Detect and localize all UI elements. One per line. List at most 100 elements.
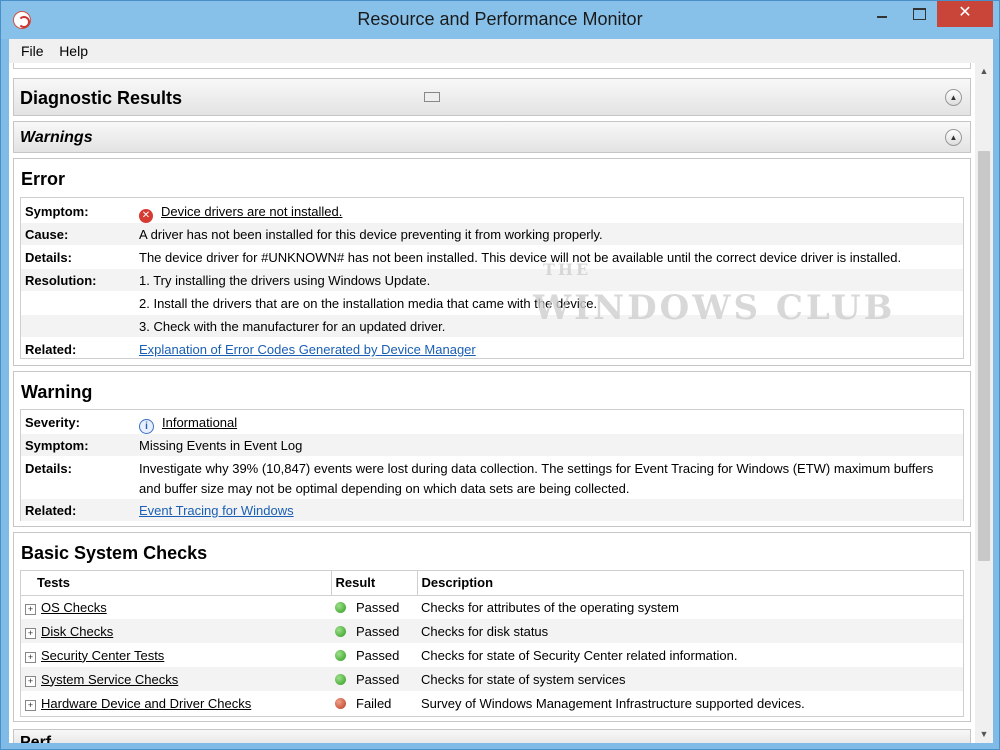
test-result: Passed [356, 647, 400, 663]
test-description: Checks for state of Security Center rela… [421, 647, 738, 663]
warnings-header[interactable]: Warnings ▲ [13, 121, 971, 153]
warning-panel: Warning Severity: i Informational Symptom… [13, 371, 971, 527]
scroll-up-arrow-icon[interactable]: ▲ [975, 63, 993, 80]
diagnostic-results-title: Diagnostic Results [20, 88, 183, 108]
test-name[interactable]: Disk Checks [41, 624, 113, 639]
next-section-header[interactable]: Perf [13, 729, 971, 743]
expand-icon[interactable]: + [25, 675, 36, 687]
keyboard-icon [424, 92, 440, 102]
basic-checks-panel: Basic System Checks Tests Result Descrip… [13, 532, 971, 722]
test-description: Survey of Windows Management Infrastruct… [421, 695, 805, 711]
symptom-label: Symptom: [25, 438, 89, 453]
test-name[interactable]: Security Center Tests [41, 648, 164, 663]
minimize-button[interactable] [863, 1, 901, 27]
scroll-thumb[interactable] [978, 151, 990, 561]
passed-status-icon [335, 601, 346, 613]
warning-title: Warning [21, 382, 93, 402]
collapse-warnings-icon[interactable]: ▲ [945, 129, 962, 146]
passed-status-icon [335, 625, 346, 637]
test-result: Passed [356, 623, 400, 639]
warning-severity-row: Severity: i Informational [21, 411, 963, 434]
menu-help[interactable]: Help [53, 39, 94, 63]
menu-file[interactable]: File [15, 39, 50, 63]
vertical-scrollbar[interactable]: ▲ ▼ [975, 63, 993, 743]
error-symptom-row: Symptom: ✕ Device drivers are not install… [21, 200, 963, 223]
test-name[interactable]: System Service Checks [41, 672, 178, 687]
app-window: Resource and Performance Monitor ✕ File … [0, 0, 1000, 750]
error-panel: Error Symptom: ✕ Device drivers are not i… [13, 158, 971, 366]
details-value: Investigate why 39% (10,847) events were… [139, 461, 934, 496]
checks-table-box: Tests Result Description + OS Checks Pass… [20, 570, 964, 717]
details-label: Details: [25, 461, 72, 476]
resolution-step-3: 3. Check with the manufacturer for an up… [139, 319, 446, 334]
collapse-diagnostic-icon[interactable]: ▲ [945, 89, 962, 106]
etw-link[interactable]: Event Tracing for Windows [139, 503, 294, 518]
info-icon: i [139, 419, 154, 434]
report-view: Diagnostic Results ▲ Warnings ▲ Error Sy… [9, 63, 993, 743]
warning-related-row: Related: Event Tracing for Windows [21, 499, 963, 521]
error-details-box: Symptom: ✕ Device drivers are not install… [20, 197, 964, 359]
severity-label: Severity: [25, 415, 80, 430]
error-resolution-row-2: 2. Install the drivers that are on the i… [21, 292, 963, 314]
maximize-button[interactable] [901, 1, 937, 27]
table-row: + OS Checks Passed Checks for attributes … [21, 595, 963, 619]
column-description[interactable]: Description [417, 571, 963, 596]
warning-symptom-row: Symptom: Missing Events in Event Log [21, 434, 963, 456]
basic-checks-title: Basic System Checks [21, 543, 208, 563]
error-details-row: Details: The device driver for #UNKNOWN#… [21, 246, 963, 268]
checks-table: Tests Result Description + OS Checks Pass… [21, 571, 963, 715]
column-tests[interactable]: Tests [21, 571, 332, 596]
details-label: Details: [25, 250, 72, 265]
scroll-down-arrow-icon[interactable]: ▼ [975, 726, 993, 743]
test-result: Failed [356, 695, 392, 711]
test-description: Checks for state of system services [421, 671, 626, 687]
test-description: Checks for attributes of the operating s… [421, 599, 679, 615]
symptom-label: Symptom: [25, 204, 89, 219]
diagnostic-results-header[interactable]: Diagnostic Results ▲ [13, 78, 971, 116]
previous-panel-edge [13, 63, 971, 69]
table-header-row: Tests Result Description [21, 571, 963, 596]
details-value: The device driver for #UNKNOWN# has not … [139, 250, 902, 265]
resolution-label: Resolution: [25, 273, 97, 288]
close-button[interactable]: ✕ [937, 1, 993, 27]
expand-icon[interactable]: + [25, 603, 36, 615]
passed-status-icon [335, 649, 346, 661]
title-bar[interactable]: Resource and Performance Monitor ✕ [1, 1, 999, 39]
table-row: + Disk Checks Passed Checks for disk stat… [21, 619, 963, 643]
next-section-title: Perf [20, 734, 52, 743]
column-result[interactable]: Result [331, 571, 418, 596]
expand-icon[interactable]: + [25, 699, 36, 711]
expand-icon[interactable]: + [25, 627, 36, 639]
symptom-value: ✕ Device drivers are not installed. [139, 204, 342, 223]
test-result: Passed [356, 671, 400, 687]
severity-value: i Informational [139, 415, 237, 434]
test-description: Checks for disk status [421, 623, 549, 639]
cause-value: A driver has not been installed for this… [139, 227, 603, 242]
table-row: + System Service Checks Passed Checks for… [21, 667, 963, 691]
error-cause-row: Cause: A driver has not been installed f… [21, 223, 963, 245]
related-label: Related: [25, 503, 77, 518]
symptom-value: Missing Events in Event Log [139, 438, 303, 453]
error-codes-link[interactable]: Explanation of Error Codes Generated by … [139, 342, 476, 357]
table-row: + Hardware Device and Driver Checks Faile… [21, 691, 963, 715]
test-name[interactable]: Hardware Device and Driver Checks [41, 696, 251, 711]
error-resolution-row-3: 3. Check with the manufacturer for an up… [21, 315, 963, 337]
passed-status-icon [335, 673, 346, 685]
error-resolution-row: Resolution: 1. Try installing the driver… [21, 269, 963, 291]
cause-label: Cause: [25, 227, 69, 242]
error-icon: ✕ [139, 209, 153, 223]
resolution-step-2: 2. Install the drivers that are on the i… [139, 296, 598, 311]
menu-bar: File Help [9, 39, 993, 63]
resolution-step-1: 1. Try installing the drivers using Wind… [139, 273, 431, 288]
failed-status-icon [335, 697, 346, 709]
related-label: Related: [25, 342, 77, 357]
warning-details-row: Details: Investigate why 39% (10,847) ev… [21, 457, 963, 499]
test-name[interactable]: OS Checks [41, 600, 107, 615]
warnings-title: Warnings [20, 129, 93, 146]
table-row: + Security Center Tests Passed Checks for… [21, 643, 963, 667]
warning-details-box: Severity: i Informational Symptom: Missin… [20, 409, 964, 521]
window-title: Resource and Performance Monitor [357, 9, 643, 29]
error-title: Error [21, 169, 66, 189]
expand-icon[interactable]: + [25, 651, 36, 663]
test-result: Passed [356, 599, 400, 615]
